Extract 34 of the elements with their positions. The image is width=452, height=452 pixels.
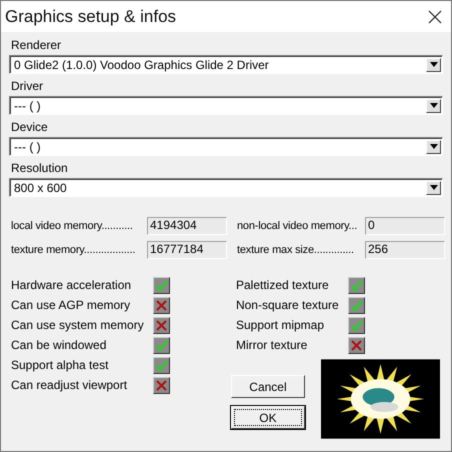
readonly-field: 256 bbox=[365, 241, 445, 259]
dropdown[interactable]: 0 Glide2 (1.0.0) Voodoo Graphics Glide 2 Driver bbox=[9, 55, 443, 74]
field-label: Driver bbox=[11, 79, 44, 94]
field-label: local video memory........... bbox=[10, 220, 134, 232]
capability-label: Can use AGP memory bbox=[10, 298, 132, 312]
field-label: texture memory.................. bbox=[10, 244, 136, 256]
field-label: non-local video memory... bbox=[236, 220, 358, 232]
ok-button[interactable]: OK bbox=[230, 406, 305, 429]
field-label: Renderer bbox=[11, 38, 62, 53]
caret-icon[interactable] bbox=[430, 185, 438, 190]
cancel-button[interactable]: Cancel bbox=[230, 375, 305, 398]
caret-icon[interactable] bbox=[430, 144, 438, 149]
readonly-field: 0 bbox=[365, 217, 445, 235]
readonly-field: 16777184 bbox=[147, 241, 227, 259]
readonly-field: 4194304 bbox=[147, 217, 227, 235]
capability-label: Palettized texture bbox=[234, 278, 330, 292]
dropdown[interactable]: 800 x 600 bbox=[9, 178, 443, 197]
field-label: Resolution bbox=[11, 161, 69, 176]
window-title: Graphics setup & infos bbox=[5, 6, 176, 26]
field-label: Device bbox=[11, 120, 49, 135]
capability-label: Support alpha test bbox=[10, 358, 110, 372]
dropdown[interactable]: --- ( ) bbox=[9, 96, 443, 115]
capability-label: Hardware acceleration bbox=[10, 278, 132, 292]
capability-label: Non-square texture bbox=[234, 298, 340, 312]
field-label: texture max size.............. bbox=[236, 244, 355, 256]
caret-icon[interactable] bbox=[430, 103, 438, 108]
dropdown[interactable]: --- ( ) bbox=[9, 137, 443, 156]
close-icon[interactable] bbox=[428, 10, 442, 24]
capability-label: Can readjust viewport bbox=[10, 378, 128, 392]
capability-label: Can be windowed bbox=[10, 338, 108, 352]
capability-label: Mirror texture bbox=[234, 338, 308, 352]
capability-label: Support mipmap bbox=[234, 318, 326, 332]
caret-icon[interactable] bbox=[430, 62, 438, 67]
capability-label: Can use system memory bbox=[10, 318, 145, 332]
